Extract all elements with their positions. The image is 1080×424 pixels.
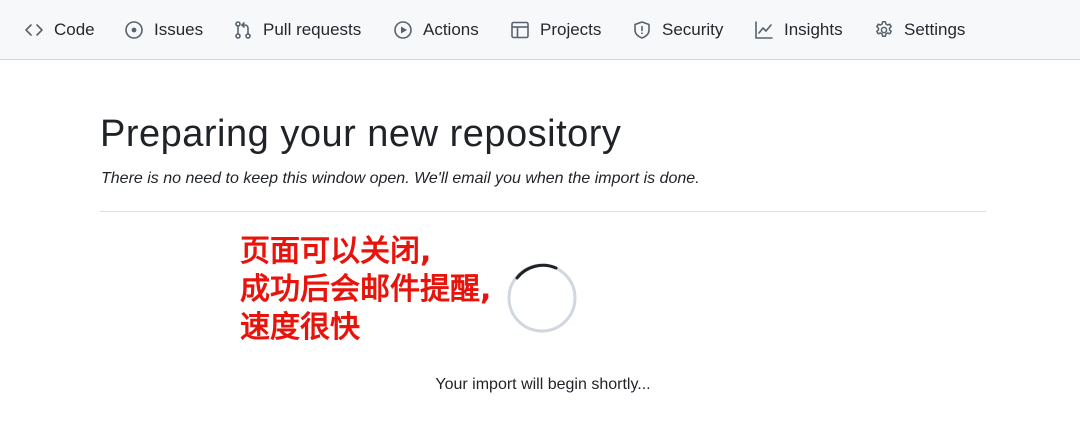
code-icon — [24, 20, 44, 40]
loading-spinner — [507, 263, 577, 333]
tab-issues[interactable]: Issues — [124, 0, 203, 60]
tab-actions-label: Actions — [423, 20, 479, 39]
tab-code[interactable]: Code — [24, 0, 95, 60]
issue-opened-icon — [124, 20, 144, 40]
tab-actions[interactable]: Actions — [393, 0, 479, 60]
tab-insights[interactable]: Insights — [754, 0, 843, 60]
tab-issues-label: Issues — [154, 20, 204, 39]
tab-insights-label: Insights — [784, 20, 843, 39]
tab-pull-requests[interactable]: Pull requests — [233, 0, 361, 60]
tab-pull-requests-label: Pull requests — [263, 20, 362, 39]
play-icon — [393, 20, 413, 40]
tab-settings[interactable]: Settings — [874, 0, 965, 60]
annotation-line: 成功后会邮件提醒, — [240, 272, 492, 307]
table-icon — [510, 20, 530, 40]
git-pull-request-icon — [233, 20, 253, 40]
page-subtitle: There is no need to keep this window ope… — [101, 170, 700, 187]
graph-icon — [754, 20, 774, 40]
tab-security[interactable]: Security — [632, 0, 723, 60]
gear-icon — [874, 20, 894, 40]
page-title: Preparing your new repository — [100, 113, 622, 155]
repo-navigation: Code Issues Pull requests Actions Projec… — [0, 0, 1080, 60]
annotation-line: 速度很快 — [240, 310, 360, 345]
shield-icon — [632, 20, 652, 40]
annotation-note: 页面可以关闭, 成功后会邮件提醒, 速度很快 — [240, 233, 491, 347]
tab-security-label: Security — [662, 20, 724, 39]
tab-settings-label: Settings — [904, 20, 966, 39]
import-status-text: Your import will begin shortly... — [435, 376, 651, 393]
tab-code-label: Code — [54, 20, 95, 39]
annotation-line: 页面可以关闭, — [240, 234, 432, 269]
tab-projects[interactable]: Projects — [510, 0, 601, 60]
tab-projects-label: Projects — [540, 20, 602, 39]
divider — [100, 211, 986, 212]
